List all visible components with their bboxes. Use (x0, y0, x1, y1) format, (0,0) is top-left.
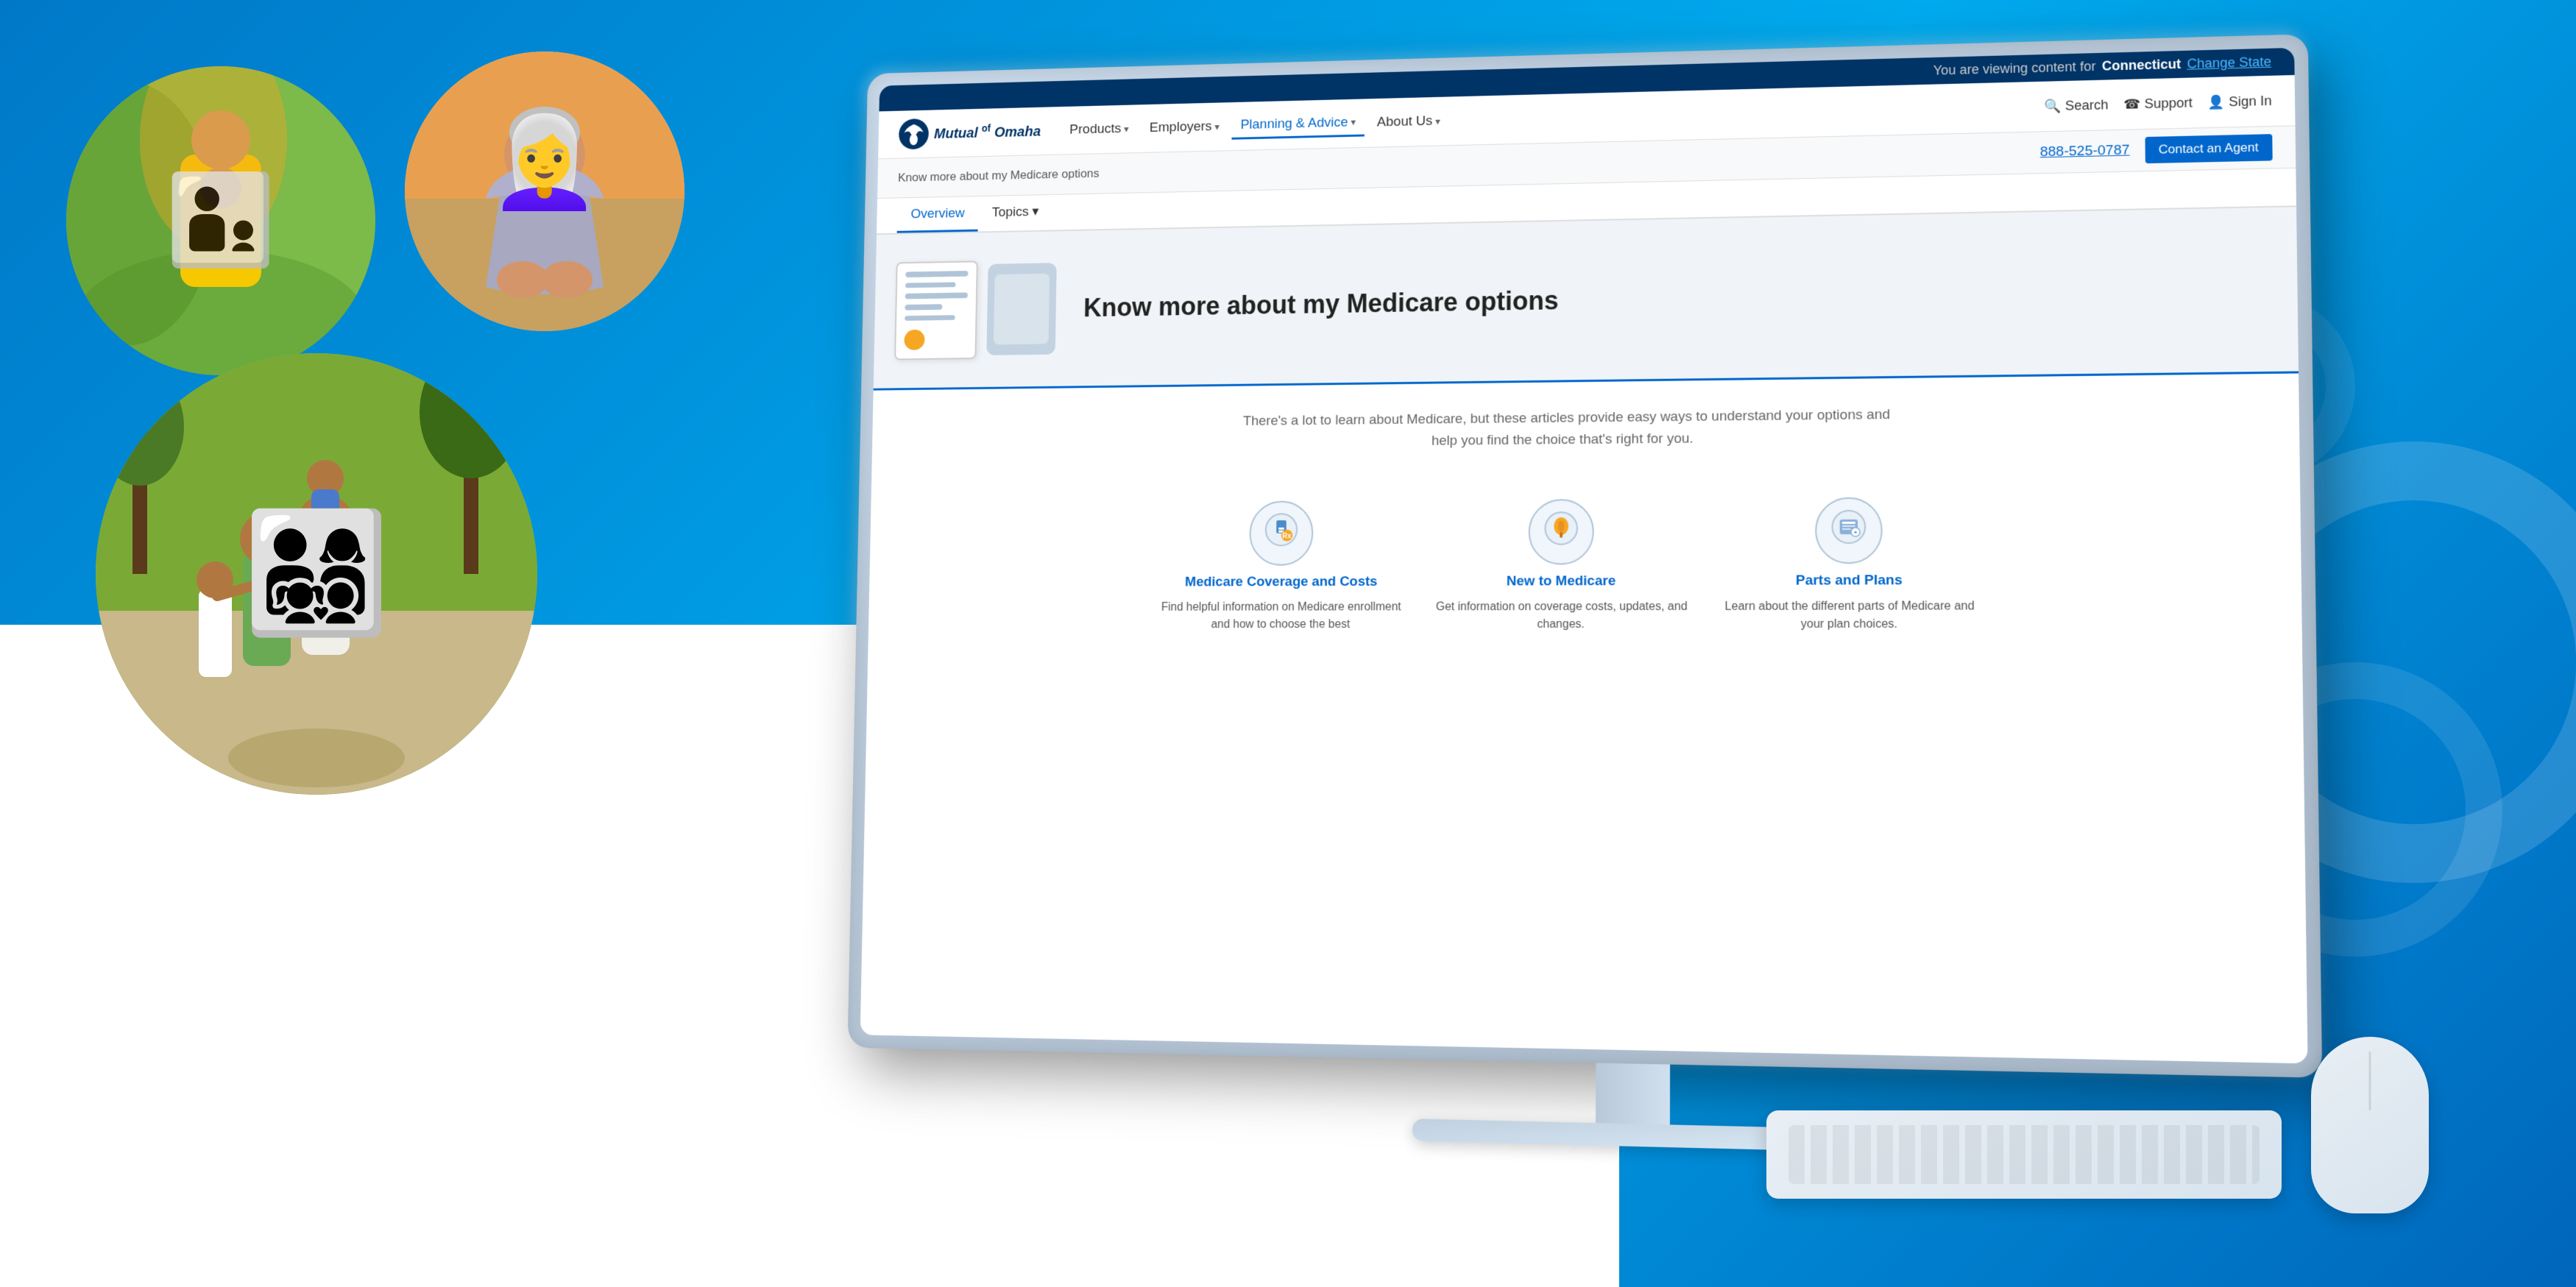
viewing-text: You are viewing content for (1933, 59, 2096, 79)
support-button[interactable]: ☎ Support (2123, 95, 2193, 112)
hero-tablet-icon (986, 263, 1056, 355)
nav-about-us[interactable]: About Us ▾ (1368, 109, 1448, 135)
photo-circle-family-raincoat (66, 66, 375, 375)
change-state-link[interactable]: Change State (2187, 54, 2271, 72)
card-2-icon (1543, 510, 1579, 554)
tab-topics[interactable]: Topics ▾ (978, 195, 1053, 232)
hero-title: Know more about my Medicare options (1083, 284, 1559, 325)
logo[interactable]: Mutual of Omaha (899, 116, 1041, 149)
monitor-body: You are viewing content for Connecticut … (847, 34, 2322, 1077)
monitor-stand-neck (1596, 1063, 1670, 1125)
photo-circle-happy-family (96, 353, 537, 795)
planning-chevron-icon: ▾ (1351, 116, 1356, 129)
card-2-title[interactable]: New to Medicare (1507, 573, 1616, 589)
state-name: Connecticut (2102, 57, 2182, 74)
card-3-icon: + (1830, 508, 1867, 553)
mouse (2311, 1037, 2429, 1213)
hero-icon-group (894, 259, 1057, 360)
description-text: There's a lot to learn about Medicare, b… (1240, 404, 1894, 455)
nav-employers[interactable]: Employers ▾ (1141, 114, 1228, 140)
monitor-container: You are viewing content for Connecticut … (844, 29, 2485, 1253)
logo-text: Mutual of Omaha (934, 121, 1041, 143)
photo-circle-elderly-woman (405, 52, 684, 331)
website-content: You are viewing content for Connecticut … (860, 48, 2308, 1064)
phone-number-link[interactable]: 888-525-0787 (2040, 143, 2130, 161)
svg-text:Rx: Rx (1282, 532, 1292, 540)
photo-circle-1-image (66, 66, 375, 375)
person-icon: 👤 (2208, 94, 2226, 110)
search-icon: 🔍 (2045, 98, 2062, 113)
sign-in-button[interactable]: 👤 Sign In (2208, 93, 2272, 110)
new-medicare-icon (1543, 510, 1579, 547)
card-1-desc: Find helpful information on Medicare enr… (1153, 598, 1409, 633)
description-section: There's a lot to learn about Medicare, b… (871, 373, 2300, 482)
photo-circle-3-image (96, 353, 537, 795)
hero-pill-icon (904, 330, 924, 350)
secondary-nav-right: 888-525-0787 Contact an Agent (2040, 134, 2273, 166)
nav-planning-advice[interactable]: Planning & Advice ▾ (1232, 110, 1365, 139)
card-2-icon-wrapper (1529, 499, 1594, 565)
card-3-desc: Learn about the different parts of Medic… (1715, 598, 1985, 634)
tab-overview[interactable]: Overview (897, 197, 979, 233)
card-1-icon-wrapper: Rx (1249, 500, 1314, 565)
hero-section: Know more about my Medicare options (874, 207, 2299, 390)
card-3-icon-wrapper: + (1815, 497, 1883, 564)
coverage-icon: Rx (1264, 511, 1300, 547)
about-chevron-icon: ▾ (1435, 115, 1440, 127)
keyboard (1766, 1110, 2282, 1199)
cards-section: Rx Medicare Coverage and Costs Find help… (868, 472, 2302, 664)
nav-products[interactable]: Products ▾ (1061, 117, 1137, 143)
search-button[interactable]: 🔍 Search (2045, 97, 2109, 114)
breadcrumb: Know more about my Medicare options (898, 166, 1100, 185)
parts-plans-icon: + (1830, 508, 1867, 545)
card-1-icon: Rx (1264, 511, 1300, 555)
brand-name: Mutual of Omaha (934, 121, 1041, 143)
contact-agent-button[interactable]: Contact an Agent (2145, 134, 2273, 163)
svg-text:+: + (1854, 529, 1858, 536)
card-medicare-coverage: Rx Medicare Coverage and Costs Find help… (1153, 500, 1410, 633)
card-parts-plans: + Parts and Plans Learn about the differ… (1715, 496, 1985, 633)
photo-circle-2-image (405, 52, 684, 331)
hero-document-icon (894, 260, 978, 360)
card-3-title[interactable]: Parts and Plans (1796, 572, 1903, 589)
card-2-desc: Get information on coverage costs, updat… (1430, 598, 1693, 634)
monitor-screen: You are viewing content for Connecticut … (860, 48, 2308, 1064)
card-new-to-medicare: New to Medicare Get information on cover… (1430, 498, 1693, 634)
topics-chevron-icon: ▾ (1032, 204, 1038, 220)
nav-right-actions: 🔍 Search ☎ Support 👤 Sign In (2045, 93, 2272, 114)
products-chevron-icon: ▾ (1124, 123, 1129, 135)
employers-chevron-icon: ▾ (1214, 121, 1220, 132)
support-icon: ☎ (2123, 96, 2140, 113)
card-1-title[interactable]: Medicare Coverage and Costs (1185, 574, 1378, 590)
logo-eagle-icon (899, 118, 929, 149)
